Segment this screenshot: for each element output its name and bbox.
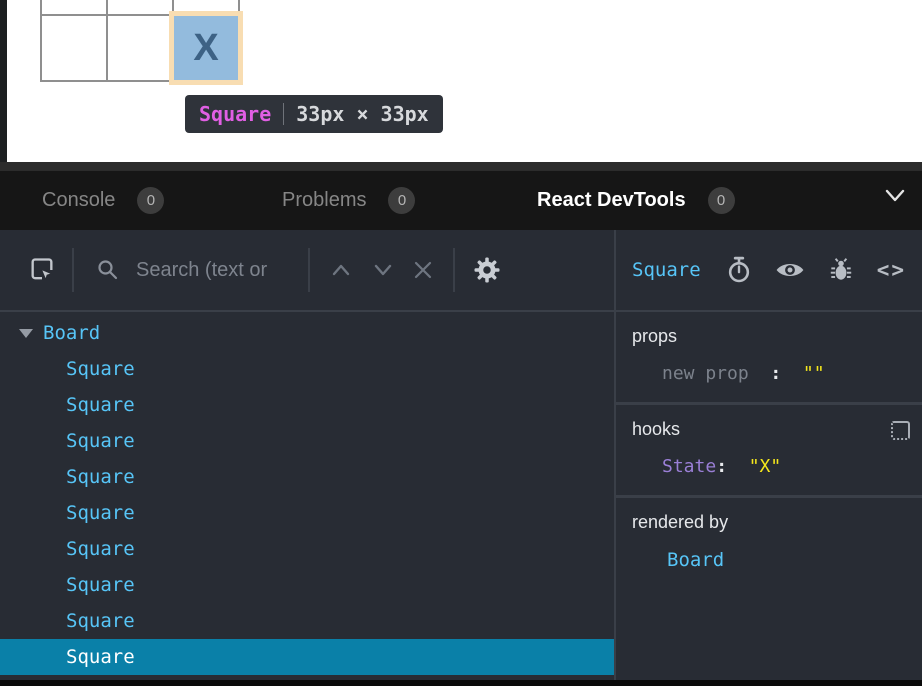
props-section: props new prop : "" bbox=[616, 312, 922, 405]
hook-value[interactable]: "X" bbox=[749, 456, 782, 477]
tree-item-board[interactable]: Board bbox=[0, 315, 614, 351]
react-devtools-panel: Board Square Square Square Square Square Squa… bbox=[0, 230, 922, 680]
hooks-label: hooks bbox=[632, 419, 908, 440]
tooltip-divider bbox=[283, 103, 284, 125]
component-name: Square bbox=[66, 466, 135, 488]
tab-problems-label: Problems bbox=[282, 189, 366, 212]
toolbar-divider bbox=[72, 248, 74, 292]
view-source-code-icon[interactable]: <> bbox=[877, 258, 906, 282]
tree-item-square[interactable]: Square bbox=[0, 567, 614, 603]
board-cell[interactable] bbox=[174, 0, 238, 14]
component-name: Square bbox=[66, 574, 135, 596]
profiler-timer-icon[interactable] bbox=[726, 256, 752, 284]
search-clear-icon[interactable] bbox=[413, 260, 433, 280]
colon: : bbox=[770, 363, 781, 384]
tooltip-component-name: Square bbox=[199, 102, 271, 126]
tree-item-square[interactable]: Square bbox=[0, 387, 614, 423]
browser-page: X Square 33px × 33px bbox=[0, 0, 922, 162]
hooks-section: hooks State : "X" bbox=[616, 405, 922, 498]
props-label: props bbox=[632, 326, 908, 347]
devtools-tab-bar: Console 0 Problems 0 React DevTools 0 bbox=[0, 162, 922, 230]
component-name: Square bbox=[66, 610, 135, 632]
tab-problems-badge: 0 bbox=[388, 187, 415, 214]
component-name: Square bbox=[66, 394, 135, 416]
board-cell[interactable] bbox=[42, 16, 106, 80]
board-cell[interactable] bbox=[42, 0, 106, 14]
tree-item-square[interactable]: Square bbox=[0, 603, 614, 639]
new-prop-row[interactable]: new prop : "" bbox=[662, 363, 908, 384]
inspector-header: Square bbox=[616, 230, 922, 312]
parse-hook-names-icon[interactable] bbox=[891, 421, 910, 440]
component-tree: Board Square Square Square Square Square Squa… bbox=[0, 312, 614, 680]
colon: : bbox=[716, 456, 727, 477]
screenshot-root: X Square 33px × 33px Console 0 Problems … bbox=[0, 0, 922, 686]
eye-inspect-dom-icon[interactable] bbox=[775, 259, 805, 281]
tree-item-square[interactable]: Square bbox=[0, 639, 614, 675]
window-bottom-edge bbox=[0, 680, 922, 686]
new-prop-value[interactable]: "" bbox=[803, 363, 825, 384]
bug-debug-icon[interactable] bbox=[828, 256, 854, 284]
rendered-by-label: rendered by bbox=[632, 512, 908, 533]
expander-triangle-icon[interactable] bbox=[19, 329, 33, 338]
inspector-panel: Square bbox=[616, 230, 922, 680]
tab-bar-top-strip bbox=[0, 162, 922, 171]
search-next-icon[interactable] bbox=[372, 263, 394, 277]
inspect-element-icon[interactable] bbox=[28, 256, 56, 284]
inspect-tooltip: Square 33px × 33px bbox=[185, 95, 443, 133]
new-prop-placeholder[interactable]: new prop bbox=[662, 363, 749, 384]
search-prev-icon[interactable] bbox=[330, 263, 352, 277]
board-cell[interactable] bbox=[108, 0, 172, 14]
spacer bbox=[727, 456, 749, 477]
spacer bbox=[749, 363, 771, 384]
spacer bbox=[781, 363, 803, 384]
tab-react-devtools-badge: 0 bbox=[708, 187, 735, 214]
tree-item-square[interactable]: Square bbox=[0, 459, 614, 495]
component-name: Square bbox=[66, 502, 135, 524]
component-name: Square bbox=[66, 430, 135, 452]
tree-item-square[interactable]: Square bbox=[0, 495, 614, 531]
gear-icon[interactable] bbox=[472, 255, 502, 285]
hook-name: State bbox=[662, 456, 716, 477]
tree-toolbar bbox=[0, 230, 614, 312]
inspected-component-title: Square bbox=[632, 259, 701, 281]
board-cell[interactable] bbox=[108, 16, 172, 80]
search-input[interactable] bbox=[134, 258, 296, 283]
tab-console-label: Console bbox=[42, 189, 115, 212]
tree-item-square[interactable]: Square bbox=[0, 423, 614, 459]
component-name: Square bbox=[66, 646, 135, 668]
tab-console[interactable]: Console 0 bbox=[42, 171, 164, 230]
chevron-down-icon[interactable] bbox=[884, 189, 906, 203]
component-name: Square bbox=[66, 358, 135, 380]
rendered-by-board-link[interactable]: Board bbox=[667, 549, 724, 571]
toolbar-divider bbox=[453, 248, 455, 292]
board-cell-marked[interactable]: X bbox=[174, 16, 238, 80]
inspector-actions: <> bbox=[726, 256, 906, 284]
tab-react-devtools[interactable]: React DevTools 0 bbox=[537, 171, 735, 230]
tab-console-badge: 0 bbox=[137, 187, 164, 214]
tree-item-square[interactable]: Square bbox=[0, 351, 614, 387]
toolbar-divider bbox=[308, 248, 310, 292]
tictactoe-board: X bbox=[40, 0, 240, 82]
tab-react-devtools-label: React DevTools bbox=[537, 189, 686, 212]
components-tree-panel: Board Square Square Square Square Square Squa… bbox=[0, 230, 616, 680]
rendered-by-section: rendered by Board bbox=[616, 498, 922, 680]
search-icon bbox=[96, 258, 120, 282]
component-name: Board bbox=[43, 322, 100, 344]
window-left-edge bbox=[0, 0, 7, 162]
tab-problems[interactable]: Problems 0 bbox=[282, 171, 415, 230]
tree-item-square[interactable]: Square bbox=[0, 531, 614, 567]
cell-mark: X bbox=[193, 27, 218, 70]
state-hook-row: State : "X" bbox=[662, 456, 908, 477]
tooltip-dimensions: 33px × 33px bbox=[296, 102, 428, 126]
component-name: Square bbox=[66, 538, 135, 560]
